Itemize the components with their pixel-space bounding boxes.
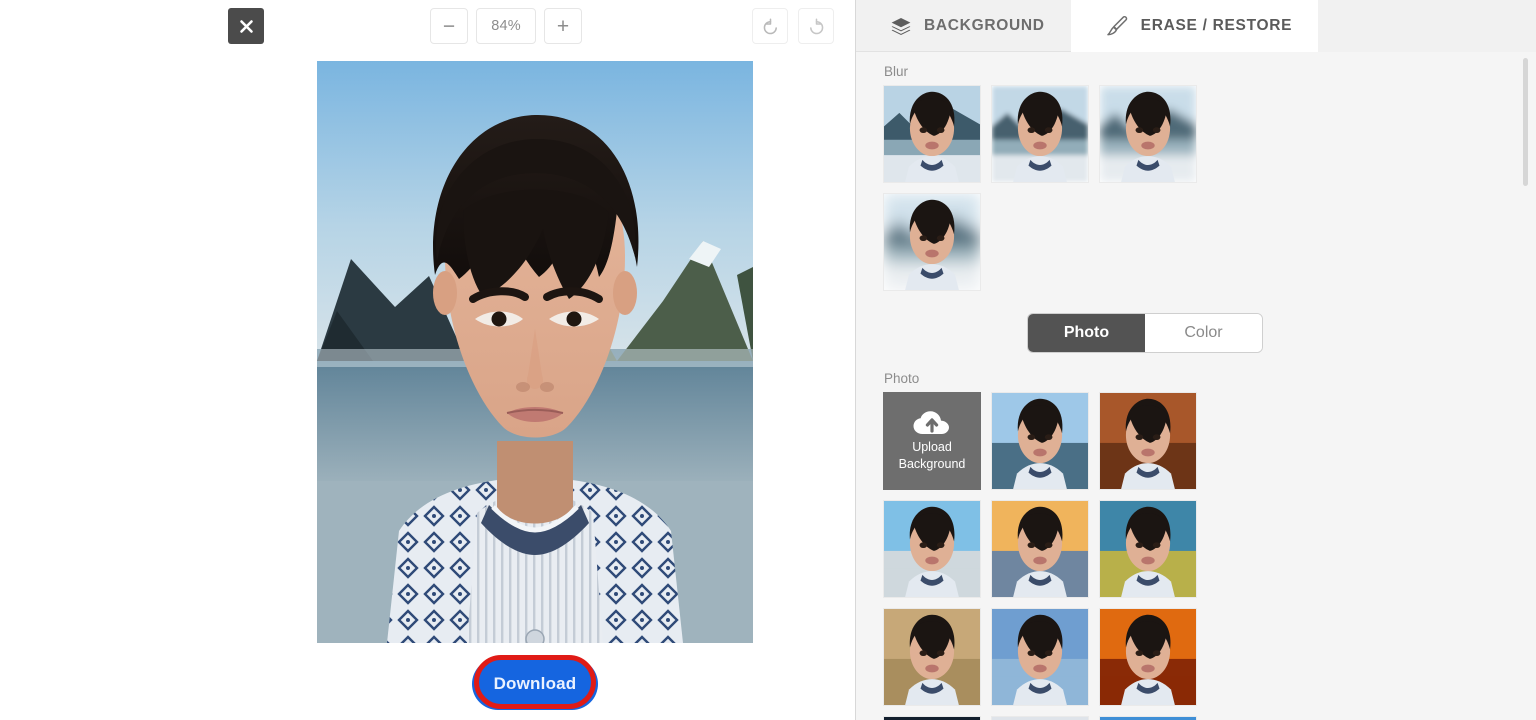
download-button[interactable]: Download [472,658,598,710]
blur-thumb-grid [856,85,1296,291]
close-icon [239,19,253,33]
bg-beige-wall[interactable] [883,608,981,706]
redo-icon [809,18,823,34]
blur-option-4[interactable] [883,193,981,291]
photo-canvas[interactable] [317,61,753,643]
right-panel: BACKGROUND ERASE / RESTORE Blur Photo Co… [856,0,1536,720]
edited-photo-preview [317,61,753,643]
background-thumb-preview [1100,609,1196,705]
mode-toggle-wrap: Photo Color [856,313,1536,353]
redo-button[interactable] [798,8,834,44]
photo-thumb-grid: Upload Background [856,392,1296,720]
close-button[interactable] [228,8,264,44]
editor-area: − 84% + Download [0,0,856,720]
blur-option-2[interactable] [991,85,1089,183]
undo-button[interactable] [752,8,788,44]
zoom-out-button[interactable]: − [430,8,468,44]
bg-blue-sky[interactable] [1099,716,1197,720]
background-thumb-preview [992,501,1088,597]
bg-dark-studio[interactable] [991,716,1089,720]
blur-thumb-preview [884,86,980,182]
panel-body: Blur Photo Color Photo Upload Background [856,52,1536,720]
background-thumb-preview [992,393,1088,489]
upload-background-button[interactable]: Upload Background [883,392,981,490]
toggle-color[interactable]: Color [1145,314,1262,352]
bg-night-neon[interactable] [883,716,981,720]
background-thumb-preview [884,501,980,597]
tab-background[interactable]: BACKGROUND [856,0,1071,52]
background-thumb-preview [1100,393,1196,489]
layers-icon [890,16,912,36]
zoom-controls: − 84% + [430,8,582,44]
blur-option-3[interactable] [1099,85,1197,183]
photo-section-label: Photo [884,371,920,386]
bg-city-skyline-day[interactable] [883,500,981,598]
tab-background-label: BACKGROUND [924,16,1045,34]
upload-label-line2: Background [898,457,966,471]
background-thumb-preview [992,609,1088,705]
panel-scrollbar[interactable] [1523,58,1528,186]
background-remover-app: − 84% + Download BACKGROUND ERASE / REST… [0,0,1536,720]
blur-thumb-preview [1100,86,1196,182]
blur-thumb-preview [992,86,1088,182]
blur-thumb-preview [884,194,980,290]
cloud-upload-icon [913,411,949,434]
background-thumb-preview [1100,501,1196,597]
zoom-in-button[interactable]: + [544,8,582,44]
blur-section-label: Blur [884,64,909,79]
zoom-level-display[interactable]: 84% [476,8,536,44]
brush-icon [1105,15,1129,37]
bg-autumn-fire[interactable] [1099,608,1197,706]
bg-city-sunset[interactable] [991,500,1089,598]
bg-blue-bokeh[interactable] [991,608,1089,706]
tab-erase-restore[interactable]: ERASE / RESTORE [1070,0,1319,52]
editor-toolbar: − 84% + [0,0,856,52]
download-button-wrap: Download [472,656,598,712]
undo-icon [763,18,777,34]
history-controls [752,8,834,44]
tab-erase-restore-label: ERASE / RESTORE [1140,16,1293,34]
mode-toggle: Photo Color [1027,313,1263,353]
bg-coastal-cliff[interactable] [1099,500,1197,598]
bg-lake-mountain[interactable] [991,392,1089,490]
toggle-photo[interactable]: Photo [1028,314,1145,352]
panel-tabs: BACKGROUND ERASE / RESTORE [856,0,1536,52]
upload-label-line1: Upload [912,440,952,454]
background-thumb-preview [884,609,980,705]
blur-option-1[interactable] [883,85,981,183]
bg-wood-stripes[interactable] [1099,392,1197,490]
